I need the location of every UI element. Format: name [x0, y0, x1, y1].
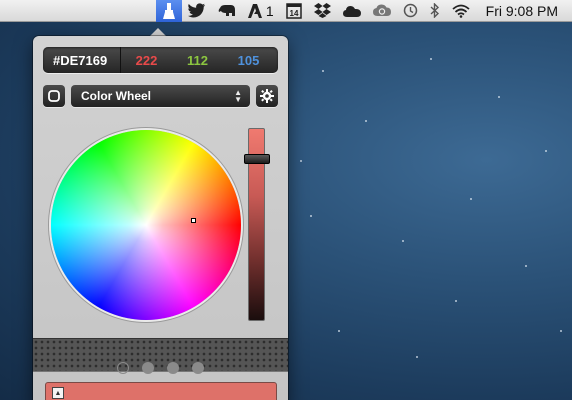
mode-select[interactable]: Color Wheel ▲ ▼: [71, 85, 250, 107]
red-value[interactable]: 222: [127, 53, 167, 68]
creative-cloud-menu-item[interactable]: [367, 0, 397, 22]
color-value-bar[interactable]: #DE7169 222 112 105: [43, 47, 278, 73]
cloud-menu-item[interactable]: [337, 0, 367, 22]
mode-select-label: Color Wheel: [81, 89, 152, 103]
evernote-elephant-icon: [218, 4, 235, 16]
color-picker-popover: #DE7169 222 112 105 Color Wheel ▲ ▼ ▲: [33, 36, 288, 400]
bluetooth-icon: [430, 3, 439, 18]
time-machine-menu-item[interactable]: [397, 0, 424, 22]
star: [322, 70, 324, 72]
color-wheel-marker[interactable]: [191, 218, 196, 223]
magnifier-loupe-icon: [48, 90, 60, 102]
page-indicator: [33, 362, 288, 374]
page-dot[interactable]: [142, 362, 154, 374]
star: [498, 96, 500, 98]
color-wheel[interactable]: [51, 130, 241, 320]
menu-bar: 1 14 Fri 9:08 PM: [0, 0, 572, 22]
star: [365, 120, 367, 122]
twitter-bird-icon: [187, 3, 205, 18]
star: [560, 330, 562, 332]
menubar-clock[interactable]: Fri 9:08 PM: [476, 3, 558, 19]
star: [402, 240, 404, 242]
star: [545, 150, 547, 152]
settings-button[interactable]: [256, 85, 278, 107]
gear-icon: [260, 89, 274, 103]
star: [310, 215, 312, 217]
hex-value[interactable]: #DE7169: [43, 47, 121, 73]
adobe-menu-item[interactable]: 1: [242, 0, 280, 22]
calendar-menu-item[interactable]: 14: [280, 0, 308, 22]
select-arrows-icon: ▲ ▼: [234, 88, 242, 104]
calendar-day: 14: [289, 9, 298, 18]
twitter-menu-item[interactable]: [182, 0, 212, 22]
color-wheel-gradient[interactable]: [51, 130, 241, 320]
color-picker-menu-item[interactable]: [155, 0, 182, 22]
star: [430, 58, 432, 60]
dropbox-icon: [313, 3, 331, 18]
brightness-slider-handle[interactable]: [244, 153, 270, 164]
page-dot[interactable]: [117, 362, 129, 374]
magnifier-button[interactable]: [43, 85, 65, 107]
calendar-icon: 14: [285, 2, 302, 19]
popover-arrow: [150, 28, 166, 36]
star: [525, 265, 527, 267]
time-machine-icon: [403, 3, 417, 18]
star: [455, 300, 457, 302]
dropbox-menu-item[interactable]: [308, 0, 337, 22]
evernote-menu-item[interactable]: [212, 0, 242, 22]
picker-toolbar: Color Wheel ▲ ▼: [43, 85, 278, 107]
page-dot[interactable]: [192, 362, 204, 374]
adobe-icon: [247, 3, 262, 18]
cloud-icon: [342, 5, 361, 17]
star: [470, 198, 472, 200]
star: [416, 356, 418, 358]
color-picker-icon: [162, 2, 175, 19]
star: [338, 330, 340, 332]
wifi-menu-item[interactable]: [446, 0, 476, 22]
adobe-badge: 1: [265, 2, 274, 19]
blue-value[interactable]: 105: [229, 53, 269, 68]
swatch-arrow-icon[interactable]: ▲: [52, 387, 64, 399]
green-value[interactable]: 112: [178, 53, 218, 68]
bluetooth-menu-item[interactable]: [424, 0, 446, 22]
wifi-icon: [452, 4, 470, 18]
star: [300, 160, 302, 162]
page-dot[interactable]: [167, 362, 179, 374]
creative-cloud-icon: [372, 4, 391, 16]
current-color-swatch[interactable]: ▲: [45, 382, 277, 400]
rgb-values: 222 112 105: [121, 53, 278, 68]
